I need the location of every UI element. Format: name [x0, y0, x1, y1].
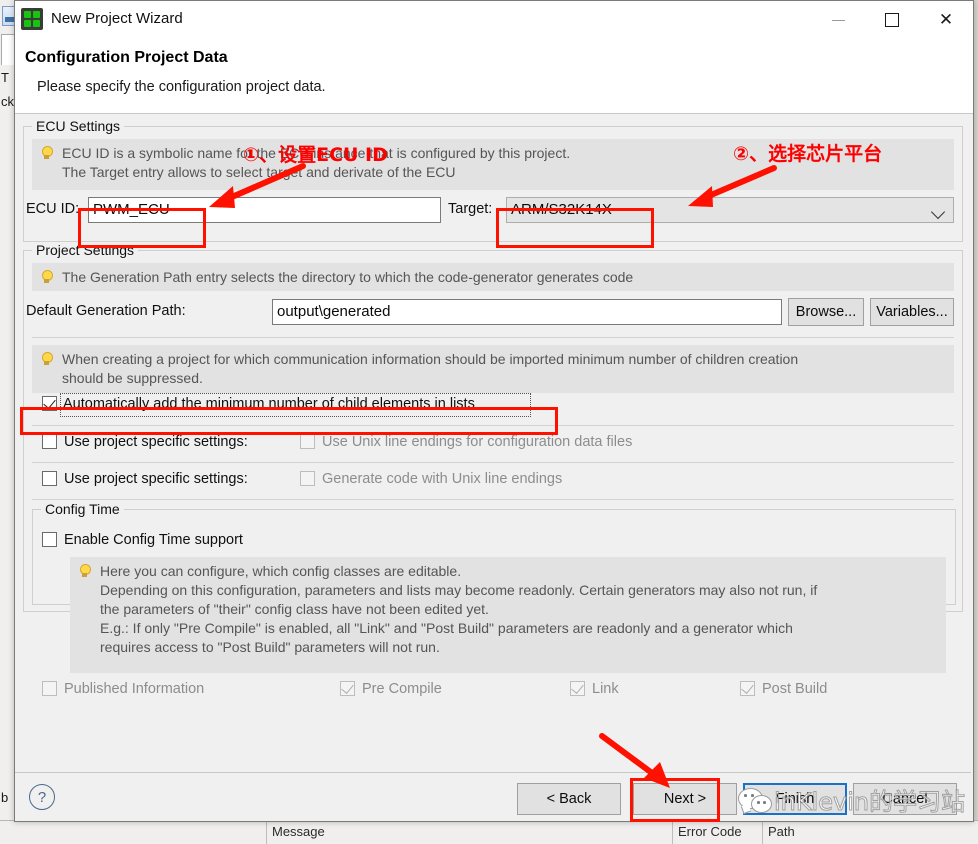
use-project-specific-settings-checkbox-2[interactable]: [42, 471, 57, 486]
dialog-header: Configuration Project Data Please specif…: [15, 41, 973, 114]
background-tab-label-2: ck: [1, 94, 14, 109]
background-tab-label-1: T: [1, 70, 9, 85]
annotation-box-auto-add: [20, 407, 558, 435]
dialog-title: New Project Wizard: [51, 10, 183, 27]
cancel-button[interactable]: Cancel: [853, 783, 957, 815]
lightbulb-icon: [41, 352, 53, 367]
generation-path-input[interactable]: output\generated: [272, 299, 782, 325]
background-column-divider-3: [762, 820, 763, 844]
annotation-note-2: ②、选择芯片平台: [733, 143, 883, 165]
annotation-box-target: [496, 208, 654, 248]
annotation-box-ecu-id: [78, 208, 206, 248]
published-information-checkbox: [42, 681, 57, 696]
maximize-button[interactable]: [869, 1, 915, 39]
lightbulb-icon: [79, 564, 91, 579]
unix-line-endings-config-label: Use Unix line endings for configuration …: [322, 434, 633, 450]
use-project-specific-settings-label-2: Use project specific settings:: [64, 471, 248, 487]
divider: [32, 499, 954, 500]
dialog-footer: ? < Back Next > Finish Cancel: [15, 772, 971, 821]
check-icon: [741, 681, 754, 694]
pre-compile-label: Pre Compile: [362, 681, 442, 697]
config-time-info-line4: E.g.: If only "Pre Compile" is enabled, …: [100, 620, 793, 636]
config-time-info-line3: the parameters of "their" config class h…: [100, 601, 489, 617]
generation-path-label: Default Generation Path:: [26, 303, 186, 319]
generation-path-infobox: The Generation Path entry selects the di…: [32, 263, 954, 291]
lightbulb-icon: [41, 146, 53, 161]
children-creation-infobox: When creating a project for which commun…: [32, 345, 954, 393]
maximize-icon: [885, 13, 899, 27]
background-column-error-code[interactable]: Error Code: [678, 824, 742, 839]
post-build-label: Post Build: [762, 681, 828, 697]
ecu-id-label: ECU ID:: [26, 201, 80, 217]
post-build-checkbox: [740, 681, 755, 696]
background-column-path[interactable]: Path: [768, 824, 795, 839]
check-icon: [341, 681, 354, 694]
back-button-label: < Back: [546, 791, 592, 807]
target-label: Target:: [448, 201, 493, 217]
pre-compile-checkbox: [340, 681, 355, 696]
use-project-specific-settings-label-1: Use project specific settings:: [64, 434, 248, 450]
annotation-arrow-1: [209, 163, 306, 208]
close-icon: ✕: [938, 9, 954, 30]
background-column-divider-2: [672, 820, 673, 844]
background-table-header: [0, 820, 978, 844]
chevron-down-icon: [930, 204, 946, 220]
generation-path-info: The Generation Path entry selects the di…: [62, 269, 634, 285]
ecu-settings-legend: ECU Settings: [32, 118, 125, 134]
link-checkbox: [570, 681, 585, 696]
config-time-infobox: Here you can configure, which config cla…: [70, 557, 946, 673]
variables-button[interactable]: Variables...: [870, 298, 954, 326]
config-time-info-line1: Here you can configure, which config cla…: [100, 563, 462, 579]
finish-button-label: Finish: [775, 791, 815, 807]
background-left-label: b: [1, 790, 9, 805]
browse-button[interactable]: Browse...: [788, 298, 864, 326]
children-creation-info-line1: When creating a project for which commun…: [62, 351, 799, 367]
unix-line-endings-config-checkbox: [300, 434, 315, 449]
published-information-label: Published Information: [64, 681, 205, 697]
variables-button-label: Variables...: [876, 304, 948, 320]
link-label: Link: [592, 681, 619, 697]
help-button[interactable]: ?: [29, 784, 55, 810]
annotation-arrow-2: [688, 165, 777, 207]
enable-config-time-checkbox[interactable]: [42, 532, 57, 547]
screenshot-root: T ck b Message Error Code Path New Proje…: [0, 0, 978, 844]
page-subtitle: Please specify the configuration project…: [37, 79, 326, 95]
page-title: Configuration Project Data: [25, 49, 228, 66]
use-project-specific-settings-checkbox-1[interactable]: [42, 434, 57, 449]
browse-button-label: Browse...: [795, 304, 857, 320]
unix-line-endings-generate-label: Generate code with Unix line endings: [322, 471, 563, 487]
dialog-titlebar: New Project Wizard ✕: [15, 1, 973, 41]
close-button[interactable]: ✕: [923, 1, 969, 39]
config-time-legend: Config Time: [41, 501, 124, 517]
eb-tresos-icon: [21, 8, 43, 30]
background-column-message[interactable]: Message: [272, 824, 325, 839]
unix-line-endings-generate-checkbox: [300, 471, 315, 486]
divider: [32, 462, 954, 463]
config-time-info-line2: Depending on this configuration, paramet…: [100, 582, 818, 598]
cancel-button-label: Cancel: [882, 791, 928, 807]
lightbulb-icon: [41, 270, 53, 285]
help-icon: ?: [37, 788, 47, 806]
finish-button[interactable]: Finish: [743, 783, 847, 815]
annotation-box-next: [630, 778, 720, 822]
check-icon: [571, 681, 584, 694]
divider: [32, 337, 954, 338]
minimize-icon: [831, 19, 845, 21]
background-column-divider-1: [266, 820, 267, 844]
config-time-info-line5: requires access to "Post Build" paramete…: [100, 639, 440, 655]
children-creation-info-line2: should be suppressed.: [62, 370, 203, 386]
enable-config-time-label: Enable Config Time support: [64, 532, 243, 548]
minimize-button[interactable]: [815, 1, 861, 39]
